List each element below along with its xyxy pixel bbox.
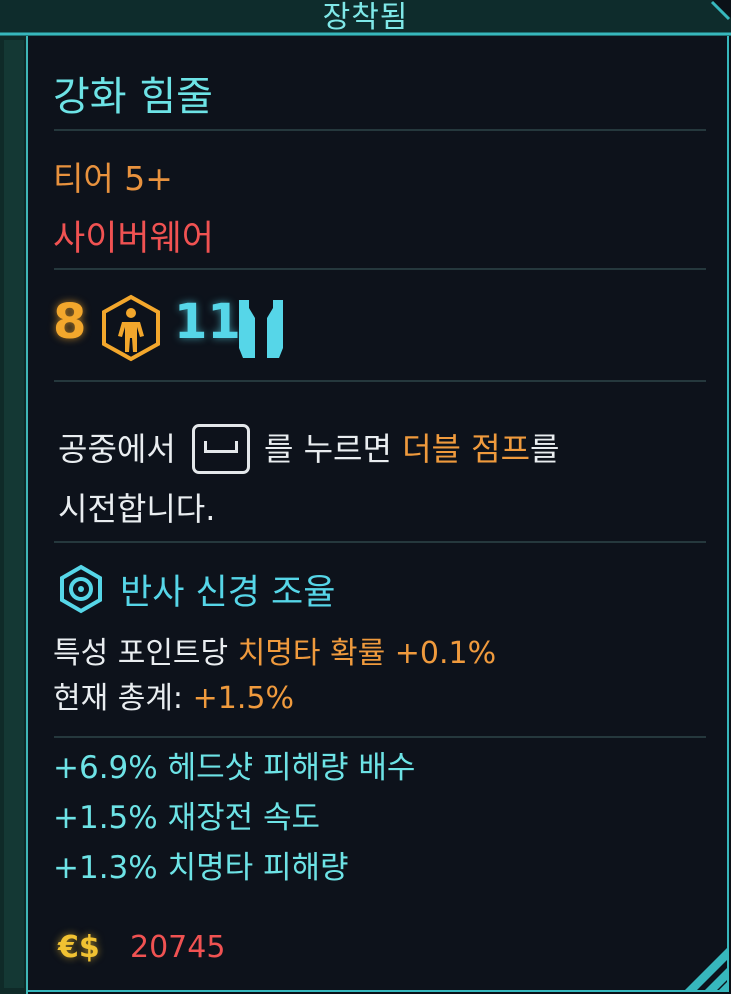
perk-title: 반사 신경 조율 bbox=[120, 573, 336, 613]
double-jump-highlight: 더블 점프 bbox=[402, 430, 531, 468]
divider bbox=[54, 380, 706, 382]
description-text-part1: 공중에서 bbox=[58, 430, 176, 468]
capacity-cost-value: 11 bbox=[174, 294, 241, 350]
description-text-line2: 시전합니다. bbox=[58, 490, 216, 528]
perk-bonus-prefix: 특성 포인트당 bbox=[53, 636, 229, 671]
divider bbox=[54, 541, 706, 543]
item-tier: 티어 5+ bbox=[53, 159, 173, 198]
description-text-line1: 를 누르면 더블 점프를 bbox=[264, 424, 560, 470]
body-attribute-icon bbox=[100, 294, 162, 366]
item-name: 강화 힘줄 bbox=[53, 74, 213, 120]
perk-hex-icon bbox=[58, 564, 104, 618]
corner-decoration bbox=[685, 948, 727, 990]
left-rail-inner bbox=[4, 40, 24, 988]
equipped-label: 장착됨 bbox=[322, 0, 409, 35]
eurodollar-icon: €$ bbox=[58, 930, 100, 965]
perk-bonus-value: 치명타 확률 +0.1% bbox=[237, 636, 497, 671]
divider bbox=[54, 736, 706, 738]
description-text-part2: 를 누르면 bbox=[264, 430, 392, 468]
item-category: 사이버웨어 bbox=[53, 219, 215, 259]
key-glyph-bar bbox=[204, 441, 238, 453]
stat-line: +6.9% 헤드샷 피해량 배수 bbox=[53, 750, 416, 786]
description-text-part3: 를 bbox=[530, 430, 560, 468]
perk-total-line: 현재 총계: +1.5% bbox=[53, 673, 294, 717]
perk-total-value: +1.5% bbox=[192, 681, 294, 716]
stat-line: +1.3% 치명타 피해량 bbox=[53, 850, 349, 886]
attribute-requirement-value: 8 bbox=[53, 294, 87, 350]
perk-total-prefix: 현재 총계: bbox=[53, 681, 184, 716]
divider bbox=[54, 129, 706, 131]
perk-bonus-line: 특성 포인트당 치명타 확률 +0.1% bbox=[53, 628, 496, 672]
cyberware-capacity-icon bbox=[235, 296, 287, 366]
left-rail bbox=[0, 0, 28, 994]
item-tooltip-panel: 강화 힘줄 티어 5+ 사이버웨어 8 11 공중에서 를 누르면 더블 점프를… bbox=[28, 36, 729, 992]
equipped-header: 장착됨 bbox=[0, 0, 731, 36]
jump-key-icon bbox=[192, 424, 250, 474]
item-price: 20745 bbox=[130, 930, 226, 965]
stat-line: +1.5% 재장전 속도 bbox=[53, 800, 321, 836]
divider bbox=[54, 268, 706, 270]
